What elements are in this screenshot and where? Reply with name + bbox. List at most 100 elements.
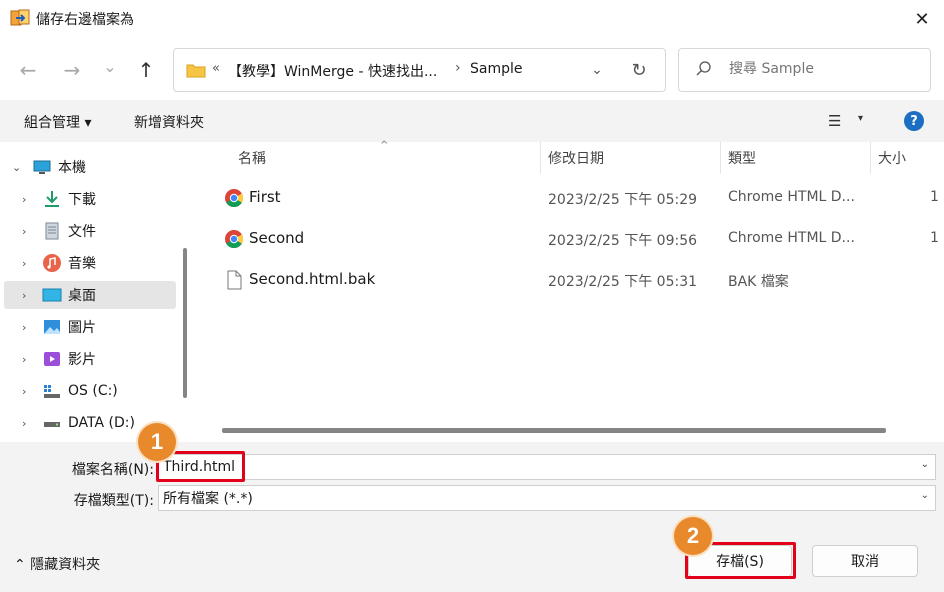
- horizontal-scrollbar[interactable]: [222, 428, 886, 433]
- file-date: 2023/2/25 下午 05:29: [548, 192, 698, 208]
- videos-icon: [44, 352, 60, 366]
- chevron-right-icon[interactable]: ›: [22, 417, 26, 430]
- title-bar: [0, 0, 944, 38]
- breadcrumb-parent[interactable]: 【教學】WinMerge - 快速找出...: [228, 61, 437, 81]
- step-badge-1: 1: [138, 423, 176, 461]
- file-icon: [227, 270, 242, 290]
- step-badge-2: 2: [674, 517, 712, 555]
- file-name: First: [249, 188, 281, 206]
- address-dropdown-icon[interactable]: ⌄: [584, 57, 610, 83]
- folder-icon: [186, 64, 206, 78]
- file-type: Chrome HTML D...: [728, 189, 855, 205]
- navigation-pane: ⌄ 本機 › 下載 › 文件 › 音樂 › 桌面 › 圖片 › 影片 › OS …: [0, 142, 192, 440]
- sidebar-item-label: 圖片: [68, 320, 96, 336]
- chevron-down-icon[interactable]: ⌄: [921, 490, 929, 501]
- sidebar-item-desktop[interactable]: › 桌面: [4, 281, 176, 309]
- download-icon: [45, 191, 59, 207]
- drive-icon: [44, 422, 60, 427]
- breadcrumb-separator-icon[interactable]: ›: [455, 60, 461, 76]
- column-divider[interactable]: [720, 142, 721, 174]
- table-row[interactable]: Second.html.bak 2023/2/25 下午 05:31 BAK 檔…: [196, 260, 944, 300]
- chevron-right-icon[interactable]: ›: [22, 289, 26, 302]
- breadcrumb-current[interactable]: Sample: [470, 61, 523, 77]
- chrome-icon: [225, 189, 244, 208]
- sidebar-item-downloads[interactable]: › 下載: [4, 185, 176, 213]
- sidebar-item-label: DATA (D:): [68, 415, 135, 431]
- file-list: 名稱 ^ 修改日期 類型 大小 First 2023/2/25 下午 05:29…: [196, 140, 944, 440]
- sidebar-item-videos[interactable]: › 影片: [4, 345, 176, 373]
- table-row[interactable]: First 2023/2/25 下午 05:29 Chrome HTML D..…: [196, 178, 944, 218]
- chevron-right-icon[interactable]: ›: [22, 353, 26, 366]
- hide-folders-button[interactable]: ⌃ 隱藏資料夾: [14, 554, 100, 574]
- desktop-icon: [42, 288, 62, 302]
- sidebar-item-label: 文件: [68, 224, 96, 240]
- help-icon[interactable]: ?: [904, 111, 924, 131]
- refresh-icon[interactable]: ↻: [626, 57, 652, 83]
- column-divider[interactable]: [870, 142, 871, 174]
- view-dropdown-icon[interactable]: ▾: [858, 113, 863, 124]
- sidebar-scrollbar[interactable]: [183, 248, 187, 398]
- chevron-right-icon[interactable]: ›: [22, 225, 26, 238]
- up-button[interactable]: ↑: [132, 56, 160, 84]
- chevron-down-icon[interactable]: ⌄: [12, 161, 21, 174]
- close-button[interactable]: ✕: [900, 0, 944, 38]
- chevron-down-icon[interactable]: ⌄: [921, 459, 929, 470]
- search-box[interactable]: [678, 48, 931, 92]
- address-bar[interactable]: « 【教學】WinMerge - 快速找出... › Sample ⌄ ↻: [173, 48, 666, 92]
- sidebar-item-documents[interactable]: › 文件: [4, 217, 176, 245]
- chevron-right-icon[interactable]: ›: [22, 321, 26, 334]
- sidebar-item-this-pc[interactable]: ⌄ 本機: [4, 153, 176, 181]
- cancel-button[interactable]: 取消: [812, 545, 918, 577]
- arrow-right-icon: →: [63, 58, 81, 82]
- sidebar-item-label: OS (C:): [68, 383, 118, 399]
- filename-field[interactable]: Third.html ⌄: [158, 454, 936, 480]
- file-date: 2023/2/25 下午 05:31: [548, 274, 698, 290]
- column-header-date[interactable]: 修改日期: [548, 142, 604, 174]
- sidebar-item-label: 下載: [68, 192, 96, 208]
- chevron-right-icon[interactable]: ›: [22, 385, 26, 398]
- column-header-type[interactable]: 類型: [728, 142, 756, 174]
- pictures-icon: [44, 320, 60, 334]
- file-size: 1: [930, 230, 939, 246]
- chevron-right-icon[interactable]: ›: [22, 257, 26, 270]
- arrow-up-icon: ↑: [137, 58, 155, 82]
- search-icon: [696, 61, 711, 76]
- chevron-right-icon[interactable]: ›: [22, 193, 26, 206]
- sort-ascending-icon: ^: [380, 140, 389, 151]
- winmerge-app-icon: [10, 9, 30, 26]
- sidebar-item-label: 桌面: [68, 288, 96, 304]
- drive-icon: [44, 385, 60, 398]
- sidebar-item-music[interactable]: › 音樂: [4, 249, 176, 277]
- table-row[interactable]: Second 2023/2/25 下午 09:56 Chrome HTML D.…: [196, 219, 944, 259]
- file-type: BAK 檔案: [728, 274, 789, 290]
- filetype-select[interactable]: 所有檔案 (*.*) ⌄: [158, 485, 936, 511]
- view-options-icon[interactable]: ☰: [828, 112, 841, 130]
- file-date: 2023/2/25 下午 09:56: [548, 233, 698, 249]
- computer-icon: [33, 160, 51, 174]
- sidebar-item-label: 本機: [58, 160, 86, 176]
- column-header-size[interactable]: 大小: [878, 142, 906, 174]
- sidebar-item-os-c[interactable]: › OS (C:): [4, 377, 176, 405]
- search-input[interactable]: [729, 61, 919, 77]
- new-folder-button[interactable]: 新增資料夾: [134, 112, 204, 132]
- command-bar: 組合管理 ▾ 新增資料夾 ☰ ▾ ?: [0, 100, 944, 142]
- filetype-value: 所有檔案 (*.*): [163, 491, 253, 507]
- chrome-icon: [225, 230, 244, 249]
- file-name: Second.html.bak: [249, 270, 376, 288]
- chevron-down-icon: ⌄: [103, 56, 117, 76]
- recent-locations-button[interactable]: ⌄: [96, 52, 124, 80]
- address-overflow[interactable]: «: [212, 61, 220, 76]
- forward-button[interactable]: →: [58, 56, 86, 84]
- music-icon: [43, 254, 61, 272]
- sidebar-item-pictures[interactable]: › 圖片: [4, 313, 176, 341]
- column-divider[interactable]: [540, 142, 541, 174]
- close-icon: ✕: [914, 8, 930, 30]
- file-name: Second: [249, 229, 305, 247]
- file-size: 1: [930, 189, 939, 205]
- back-button[interactable]: ←: [14, 56, 42, 84]
- sidebar-item-label: 影片: [68, 352, 96, 368]
- filename-label: 檔案名稱(N):: [71, 462, 154, 478]
- organize-button[interactable]: 組合管理 ▾: [24, 112, 91, 132]
- arrow-left-icon: ←: [19, 58, 37, 82]
- column-header-name[interactable]: 名稱: [238, 142, 266, 174]
